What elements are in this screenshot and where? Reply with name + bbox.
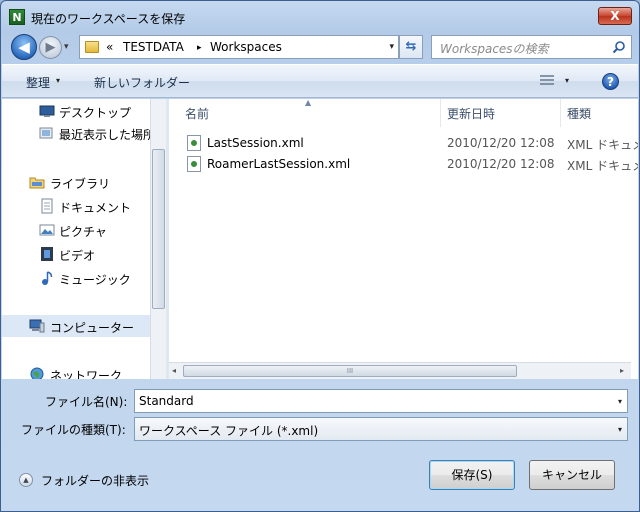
breadcrumb-separator-icon[interactable]: ▸	[197, 43, 202, 53]
filetype-value: ワークスペース ファイル (*.xml)	[139, 424, 319, 438]
sidebar-item-label: ビデオ	[59, 249, 96, 263]
address-bar[interactable]: « TESTDATA ▸ Workspaces ▾	[79, 35, 399, 59]
sidebar-item-label: ライブラリ	[50, 177, 111, 191]
computer-icon	[29, 319, 45, 333]
sidebar-item-label: デスクトップ	[59, 106, 132, 120]
organize-button[interactable]: 整理	[26, 74, 50, 91]
sidebar-item-recent-places[interactable]: 最近表示した場所	[2, 122, 155, 144]
search-icon[interactable]	[612, 40, 626, 54]
back-button[interactable]: ◀	[11, 34, 37, 60]
history-dropdown-icon[interactable]: ▾	[64, 42, 69, 52]
file-modified: 2010/12/20 12:08	[447, 136, 555, 150]
column-header-label: 名前	[185, 107, 210, 121]
column-header-type[interactable]: 種類	[561, 99, 638, 127]
new-folder-button[interactable]: 新しいフォルダー	[94, 74, 190, 91]
scroll-left-icon[interactable]: ◂	[172, 366, 176, 375]
sidebar-item-pictures[interactable]: ピクチャ	[2, 219, 150, 241]
file-row[interactable]: LastSession.xml 2010/12/20 12:08 XML ドキュ…	[169, 133, 638, 153]
sidebar-item-label: ネットワーク	[50, 369, 123, 379]
filename-dropdown-icon[interactable]: ▾	[618, 397, 622, 406]
column-header-label: 種類	[567, 107, 592, 121]
refresh-button[interactable]: ⇆	[399, 35, 423, 59]
navigation-pane[interactable]: デスクトップ 最近表示した場所 ライブラリ ドキュメント ピクチャ ビデオ ミュ…	[2, 99, 166, 379]
file-type: XML ドキュメント	[567, 159, 638, 173]
scrollbar-grip: III	[346, 367, 354, 375]
desktop-icon	[39, 105, 55, 117]
address-overflow[interactable]: «	[106, 40, 113, 54]
library-icon	[29, 177, 45, 189]
sidebar-item-label: コンピューター	[50, 321, 135, 335]
network-icon	[30, 367, 44, 379]
organize-caret-icon[interactable]: ▾	[56, 76, 60, 85]
save-button[interactable]: 保存(S)	[429, 460, 515, 490]
app-icon: N	[9, 9, 25, 25]
sidebar-item-computer[interactable]: コンピューター	[2, 315, 150, 337]
file-list[interactable]: 名前 ▲ 更新日時 種類 LastSession.xml 2010/12/20 …	[169, 99, 638, 379]
chevron-up-icon: ▲	[19, 473, 33, 487]
view-options-icon[interactable]	[540, 75, 554, 87]
filename-field[interactable]: Standard ▾	[134, 389, 628, 413]
music-icon	[42, 271, 53, 285]
view-options-caret-icon[interactable]: ▾	[565, 76, 569, 85]
file-type: XML ドキュメント	[567, 138, 638, 152]
forward-button[interactable]: ▶	[39, 36, 62, 59]
file-modified: 2010/12/20 12:08	[447, 157, 555, 171]
sidebar-item-music[interactable]: ミュージック	[2, 267, 150, 289]
column-header-name[interactable]: 名前 ▲	[169, 99, 441, 127]
pictures-icon	[39, 224, 55, 236]
address-dropdown-icon[interactable]: ▾	[389, 42, 394, 52]
search-placeholder: Workspacesの検索	[440, 42, 549, 56]
cancel-button[interactable]: キャンセル	[529, 460, 615, 490]
documents-icon	[41, 198, 53, 214]
sidebar-item-label: ミュージック	[59, 273, 131, 287]
refresh-icon: ⇆	[405, 39, 417, 54]
file-list-horizontal-scrollbar[interactable]: ◂ III ▸	[169, 362, 631, 379]
filetype-select[interactable]: ワークスペース ファイル (*.xml) ▾	[134, 417, 628, 441]
file-name: RoamerLastSession.xml	[207, 157, 351, 171]
xml-file-icon	[187, 135, 201, 151]
sidebar-item-label: ドキュメント	[59, 201, 132, 215]
sidebar-item-label: 最近表示した場所	[59, 128, 156, 142]
xml-file-icon	[187, 156, 201, 172]
filename-label: ファイル名(N):	[45, 395, 128, 409]
sort-ascending-icon: ▲	[305, 99, 312, 107]
filetype-dropdown-icon[interactable]: ▾	[618, 425, 622, 434]
scroll-right-icon[interactable]: ▸	[620, 366, 624, 375]
file-row[interactable]: RoamerLastSession.xml 2010/12/20 12:08 X…	[169, 154, 638, 174]
navigation-scrollbar[interactable]	[150, 99, 166, 379]
breadcrumb-workspaces[interactable]: Workspaces	[210, 40, 282, 54]
navigation-scrollbar-thumb[interactable]	[152, 149, 165, 309]
search-input[interactable]: Workspacesの検索	[431, 35, 632, 59]
sidebar-item-videos[interactable]: ビデオ	[2, 243, 150, 265]
command-bar: 整理 ▾ 新しいフォルダー ▾ ?	[2, 64, 638, 98]
window-title: 現在のワークスペースを保存	[31, 12, 186, 26]
sidebar-item-library[interactable]: ライブラリ	[2, 171, 150, 193]
help-icon[interactable]: ?	[602, 73, 619, 90]
horizontal-scrollbar-thumb[interactable]: III	[183, 365, 517, 377]
hide-folders-label: フォルダーの非表示	[41, 474, 150, 488]
sidebar-item-desktop[interactable]: デスクトップ	[2, 100, 150, 122]
filename-value: Standard	[139, 394, 194, 408]
title-bar[interactable]: N 現在のワークスペースを保存 X	[1, 1, 639, 33]
filetype-label: ファイルの種類(T):	[21, 423, 126, 437]
column-header-label: 更新日時	[447, 107, 496, 121]
folder-icon	[85, 41, 99, 53]
close-button[interactable]: X	[598, 7, 632, 25]
file-name: LastSession.xml	[207, 136, 304, 150]
sidebar-item-documents[interactable]: ドキュメント	[2, 195, 150, 217]
save-workspace-dialog: N 現在のワークスペースを保存 X ◀ ▶ ▾ « TESTDATA ▸ Wor…	[0, 0, 640, 512]
recent-places-icon	[39, 127, 53, 139]
sidebar-item-label: ピクチャ	[59, 225, 107, 239]
column-header-modified[interactable]: 更新日時	[441, 99, 561, 127]
breadcrumb-testdata[interactable]: TESTDATA	[123, 40, 184, 54]
videos-icon	[41, 247, 53, 261]
sidebar-item-network[interactable]: ネットワーク	[2, 363, 150, 379]
